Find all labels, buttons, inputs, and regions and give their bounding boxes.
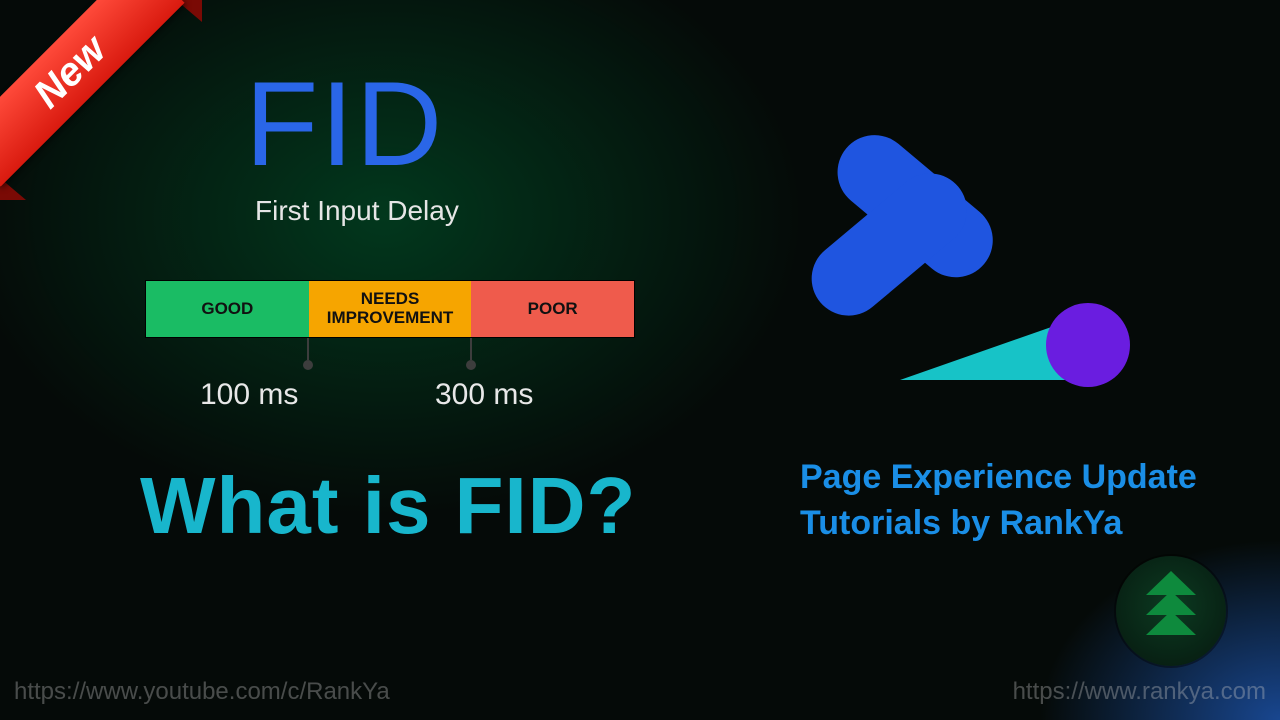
metric-full-name: First Input Delay [255, 195, 459, 227]
threshold-tick-1 [307, 338, 309, 360]
logo-dot-icon [1046, 303, 1130, 387]
threshold-value-2: 300 ms [435, 378, 533, 412]
segment-poor: POOR [471, 281, 634, 337]
headline: What is FID? [140, 460, 636, 552]
arrow-up-icon [1136, 571, 1206, 651]
series-title: Page Experience Update Tutorials by Rank… [800, 455, 1197, 547]
segment-needs: NEEDS IMPROVEMENT [309, 281, 472, 337]
threshold-value-1: 100 ms [200, 378, 298, 412]
new-ribbon: New [0, 0, 185, 187]
segment-good: GOOD [146, 281, 309, 337]
footer-url-right: https://www.rankya.com [1013, 678, 1266, 706]
series-line-2: Tutorials by RankYa [800, 501, 1197, 547]
footer-url-left: https://www.youtube.com/c/RankYa [14, 678, 390, 706]
segment-needs-line1: NEEDS [361, 290, 420, 309]
metric-acronym: FID [245, 55, 444, 193]
rankya-badge [1116, 556, 1226, 666]
series-line-1: Page Experience Update [800, 455, 1197, 501]
threshold-bar: GOOD NEEDS IMPROVEMENT POOR [145, 280, 635, 338]
segment-needs-line2: IMPROVEMENT [327, 309, 454, 328]
new-ribbon-label: New [25, 27, 115, 117]
threshold-tick-2 [470, 338, 472, 360]
brand-logo [800, 95, 1140, 395]
logo-chevron-icon [800, 120, 1008, 331]
